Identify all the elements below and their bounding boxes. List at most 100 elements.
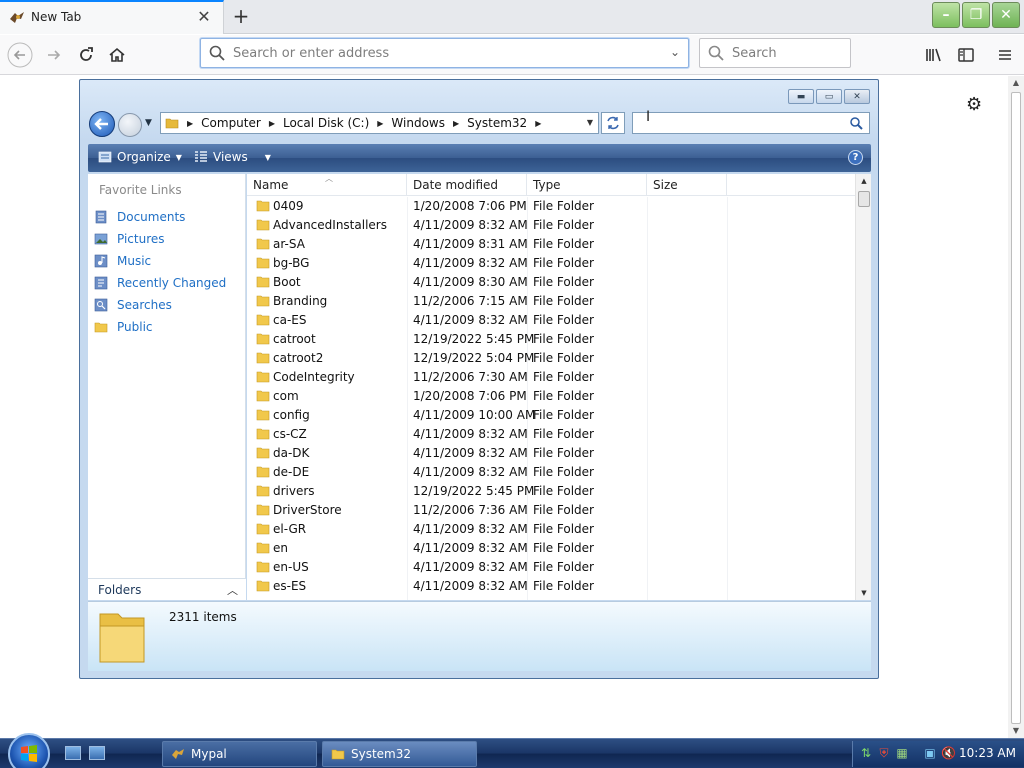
file-date-modified: 4/11/2009 8:31 AM xyxy=(413,237,528,251)
file-row[interactable]: bg-BG 4/11/2009 8:32 AM File Folder xyxy=(247,254,855,273)
file-row[interactable]: 0409 1/20/2008 7:06 PM File Folder xyxy=(247,197,855,216)
minimize-button[interactable]: – xyxy=(932,2,960,28)
explorer-address-bar[interactable]: ▶ Computer ▶ Local Disk (C:) ▶ Windows ▶… xyxy=(160,112,599,134)
address-bar[interactable]: Search or enter address ⌄ xyxy=(200,38,689,68)
breadcrumb-system32[interactable]: System32 xyxy=(467,116,527,130)
file-row[interactable]: catroot 12/19/2022 5:45 PM File Folder xyxy=(247,330,855,349)
scroll-thumb[interactable] xyxy=(858,191,870,207)
organize-label: Organize xyxy=(117,150,171,164)
address-dropdown-icon[interactable]: ▼ xyxy=(587,118,593,127)
file-row[interactable]: AdvancedInstallers 4/11/2009 8:32 AM File … xyxy=(247,216,855,235)
breadcrumb-local-disk[interactable]: Local Disk (C:) xyxy=(283,116,369,130)
file-row[interactable]: de-DE 4/11/2009 8:32 AM File Folder xyxy=(247,463,855,482)
file-row[interactable]: Branding 11/2/2006 7:15 AM File Folder xyxy=(247,292,855,311)
taskbar-button-system32[interactable]: System32 xyxy=(322,741,477,767)
file-row[interactable]: CodeIntegrity 11/2/2006 7:30 AM File Folde… xyxy=(247,368,855,387)
forward-button[interactable] xyxy=(40,41,68,69)
volume-muted-icon[interactable]: 🔇 xyxy=(941,746,956,760)
column-header-name[interactable]: Name ︿ xyxy=(247,174,407,196)
explorer-close-button[interactable]: ✕ xyxy=(844,89,870,104)
file-list-scrollbar[interactable]: ▲ ▼ xyxy=(855,174,871,600)
help-icon[interactable]: ? xyxy=(848,150,863,165)
file-row[interactable]: ca-ES 4/11/2009 8:32 AM File Folder xyxy=(247,311,855,330)
favorite-link-pictures[interactable]: Pictures xyxy=(94,228,226,250)
recent-pages-chevron-icon[interactable]: ▼ xyxy=(145,118,152,128)
navigation-toolbar: Search or enter address ⌄ Search xyxy=(0,35,1024,75)
file-name: com xyxy=(273,389,299,403)
scroll-up-arrow-icon[interactable]: ▲ xyxy=(856,174,871,188)
column-header-type[interactable]: Type xyxy=(527,174,647,196)
search-bar[interactable]: Search xyxy=(699,38,851,68)
breadcrumb-arrow-icon[interactable]: ▶ xyxy=(453,119,459,128)
file-row[interactable]: en 4/11/2009 8:32 AM File Folder xyxy=(247,539,855,558)
favorite-link-music[interactable]: Music xyxy=(94,250,226,272)
column-header-date-modified[interactable]: Date modified xyxy=(407,174,527,196)
column-header-size[interactable]: Size xyxy=(647,174,727,196)
file-row[interactable]: da-DK 4/11/2009 8:32 AM File Folder xyxy=(247,444,855,463)
file-row[interactable]: DriverStore 11/2/2006 7:36 AM File Folder xyxy=(247,501,855,520)
scroll-down-arrow-icon[interactable]: ▼ xyxy=(856,586,871,600)
scroll-up-arrow-icon[interactable]: ▲ xyxy=(1008,76,1024,90)
new-tab-button[interactable]: + xyxy=(230,4,252,28)
menu-button[interactable] xyxy=(993,43,1017,67)
reload-button[interactable] xyxy=(72,41,100,69)
favorite-link-searches[interactable]: Searches xyxy=(94,294,226,316)
library-button[interactable] xyxy=(922,43,946,67)
restore-button[interactable]: ❐ xyxy=(962,2,990,28)
file-type: File Folder xyxy=(533,408,594,422)
security-shield-icon[interactable]: ⛨ xyxy=(877,746,891,760)
action-center-icon[interactable]: ▦ xyxy=(895,746,909,760)
file-row[interactable]: cs-CZ 4/11/2009 8:32 AM File Folder xyxy=(247,425,855,444)
folder-icon xyxy=(256,409,270,421)
explorer-back-button[interactable] xyxy=(89,111,115,137)
file-row[interactable]: config 4/11/2009 10:00 AM File Folder xyxy=(247,406,855,425)
tab-new-tab[interactable]: New Tab ✕ xyxy=(0,0,224,34)
taskbar-button-mypal[interactable]: Mypal xyxy=(162,741,317,767)
breadcrumb-windows[interactable]: Windows xyxy=(391,116,445,130)
file-date-modified: 11/2/2006 7:15 AM xyxy=(413,294,528,308)
explorer-forward-button[interactable] xyxy=(118,113,142,137)
explorer-minimize-button[interactable]: ▬ xyxy=(788,89,814,104)
file-row[interactable]: catroot2 12/19/2022 5:04 PM File Folder xyxy=(247,349,855,368)
page-scrollbar[interactable]: ▲ ▼ xyxy=(1008,76,1024,738)
file-row[interactable]: drivers 12/19/2022 5:45 PM File Folder xyxy=(247,482,855,501)
file-row[interactable]: ar-SA 4/11/2009 8:31 AM File Folder xyxy=(247,235,855,254)
scroll-down-arrow-icon[interactable]: ▼ xyxy=(1008,724,1024,738)
file-row[interactable]: com 1/20/2008 7:06 PM File Folder xyxy=(247,387,855,406)
favorite-link-documents[interactable]: Documents xyxy=(94,206,226,228)
explorer-search-input[interactable] xyxy=(632,112,870,134)
start-button[interactable] xyxy=(8,733,50,768)
network-status-icon[interactable]: ⇅ xyxy=(859,746,873,760)
file-row[interactable]: es-ES 4/11/2009 8:32 AM File Folder xyxy=(247,577,855,596)
file-date-modified: 12/19/2022 5:45 PM xyxy=(413,332,535,346)
gear-icon[interactable]: ⚙ xyxy=(966,94,982,115)
breadcrumb-arrow-icon[interactable]: ▶ xyxy=(377,119,383,128)
chevron-down-icon[interactable]: ⌄ xyxy=(670,45,680,59)
file-row[interactable]: en-US 4/11/2009 8:32 AM File Folder xyxy=(247,558,855,577)
organize-menu[interactable]: Organize ▼ xyxy=(98,150,182,164)
sidebar-button[interactable] xyxy=(954,43,978,67)
folder-icon xyxy=(256,295,270,307)
file-date-modified: 4/11/2009 8:32 AM xyxy=(413,256,528,270)
favorite-link-recently-changed[interactable]: Recently Changed xyxy=(94,272,226,294)
breadcrumb-arrow-icon[interactable]: ▶ xyxy=(187,119,193,128)
views-menu[interactable]: Views ▼ xyxy=(194,150,271,164)
folders-toggle[interactable]: Folders ︿ xyxy=(88,578,246,600)
back-button[interactable] xyxy=(6,41,34,69)
close-window-button[interactable]: ✕ xyxy=(992,2,1020,28)
breadcrumb-arrow-icon[interactable]: ▶ xyxy=(269,119,275,128)
breadcrumb-computer[interactable]: Computer xyxy=(201,116,261,130)
file-row[interactable]: el-GR 4/11/2009 8:32 AM File Folder xyxy=(247,520,855,539)
switch-windows-icon[interactable] xyxy=(89,746,105,760)
scroll-thumb[interactable] xyxy=(1011,92,1021,724)
breadcrumb-arrow-icon[interactable]: ▶ xyxy=(535,119,541,128)
favorite-link-public[interactable]: Public xyxy=(94,316,226,338)
refresh-button[interactable] xyxy=(601,112,625,134)
home-button[interactable] xyxy=(103,41,131,69)
file-row[interactable]: Boot 4/11/2009 8:30 AM File Folder xyxy=(247,273,855,292)
show-desktop-icon[interactable] xyxy=(65,746,81,760)
tab-close-icon[interactable]: ✕ xyxy=(195,8,213,26)
network-icon[interactable]: ▣ xyxy=(923,746,937,760)
explorer-maximize-button[interactable]: ▭ xyxy=(816,89,842,104)
clock[interactable]: 10:23 AM xyxy=(959,746,1016,760)
